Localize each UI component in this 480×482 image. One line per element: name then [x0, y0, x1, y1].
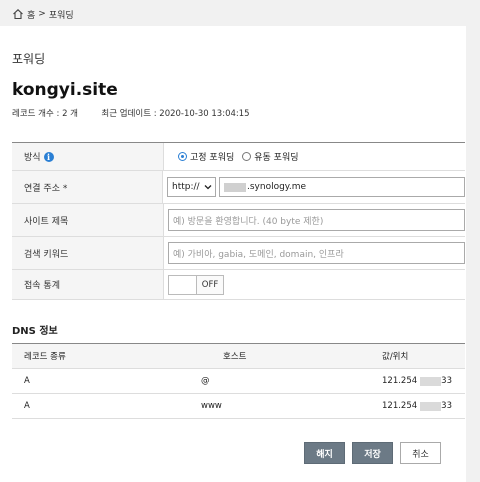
breadcrumb-separator: > [38, 9, 46, 19]
stats-toggle[interactable]: OFF [168, 274, 224, 295]
col-value: 값/위치 [382, 352, 409, 362]
protocol-select[interactable]: http:// [167, 177, 216, 197]
radio-dynamic-forwarding[interactable]: 유동 포워딩 [242, 150, 299, 163]
breadcrumb-home[interactable]: 홈 [27, 8, 35, 21]
record-type: A [24, 376, 30, 386]
record-type: A [24, 401, 30, 411]
record-host: @ [201, 376, 210, 386]
record-value: 121.254 33 [382, 401, 452, 411]
host-input[interactable]: .synology.me [219, 177, 465, 197]
toggle-state: OFF [197, 275, 223, 294]
site-title-input[interactable]: 예) 방문을 환영합니다. (40 byte 제한) [168, 209, 465, 231]
col-host: 호스트 [223, 352, 247, 362]
redacted-text [420, 401, 442, 411]
table-row: A www 121.254 33 [12, 394, 465, 419]
connect-row: 연결 주소 * http:// .synology.me [12, 171, 465, 204]
meta-info: 레코드 개수 : 2 개 최근 업데이트 : 2020-10-30 13:04:… [12, 107, 254, 119]
last-updated: 최근 업데이트 : 2020-10-30 13:04:15 [101, 109, 250, 119]
record-count: 레코드 개수 : 2 개 [12, 109, 78, 119]
forwarding-form: 방식 i 고정 포워딩 유동 포워딩 연결 주소 * http:// .syno… [12, 142, 465, 300]
dns-table: 레코드 종류 호스트 값/위치 A @ 121.254 33 A www 121… [12, 343, 465, 419]
keywords-label: 검색 키워드 [24, 249, 69, 260]
site-title-label: 사이트 제목 [24, 216, 69, 227]
method-row: 방식 i 고정 포워딩 유동 포워딩 [12, 143, 465, 171]
page-title: 포워딩 [12, 52, 46, 66]
site-title-row: 사이트 제목 예) 방문을 환영합니다. (40 byte 제한) [12, 204, 465, 237]
redacted-text [224, 182, 246, 192]
stats-row: 접속 통계 OFF [12, 270, 465, 300]
keywords-row: 검색 키워드 예) 가비아, gabia, 도메인, domain, 인프라 [12, 237, 465, 270]
breadcrumb: 홈 > 포워딩 [12, 6, 74, 22]
keywords-input[interactable]: 예) 가비아, gabia, 도메인, domain, 인프라 [168, 242, 465, 264]
method-label: 방식 [24, 153, 41, 163]
toggle-knob [169, 275, 197, 294]
radio-dot [242, 152, 252, 161]
chevron-down-icon [204, 185, 212, 190]
table-header: 레코드 종류 호스트 값/위치 [12, 344, 465, 369]
record-host: www [201, 401, 222, 411]
redacted-text [420, 376, 442, 386]
col-record-type: 레코드 종류 [24, 352, 66, 362]
home-icon[interactable] [12, 8, 24, 20]
record-value: 121.254 33 [382, 376, 452, 386]
disable-button[interactable]: 해지 [304, 442, 345, 464]
table-row: A @ 121.254 33 [12, 369, 465, 394]
breadcrumb-current: 포워딩 [48, 10, 74, 21]
cancel-button[interactable]: 취소 [400, 442, 441, 464]
connect-label: 연결 주소 * [24, 183, 68, 194]
stats-label: 접속 통계 [24, 281, 60, 291]
dns-section-title: DNS 정보 [12, 326, 58, 337]
radio-fixed-forwarding[interactable]: 고정 포워딩 [178, 150, 234, 163]
info-icon[interactable]: i [43, 151, 54, 162]
radio-dot-selected [178, 152, 187, 161]
save-button[interactable]: 저장 [352, 442, 393, 464]
site-name: kongyi.site [12, 80, 118, 100]
